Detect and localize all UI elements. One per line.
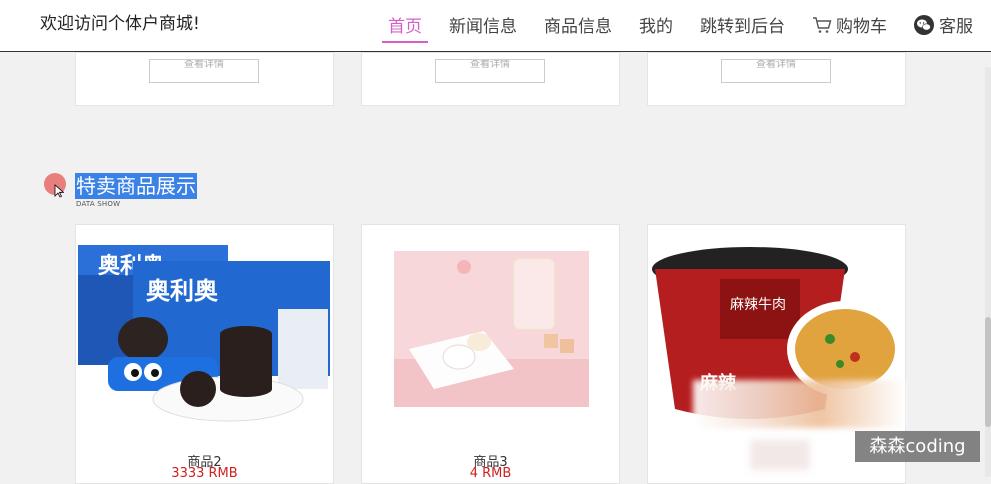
blurred-overlay <box>750 440 810 470</box>
nav-service[interactable]: 客服 <box>914 12 973 37</box>
wechat-icon <box>914 14 934 35</box>
view-detail-button[interactable]: 查看详情 <box>721 59 831 83</box>
section-title: 特卖商品展示 <box>75 173 197 199</box>
watermark: 森森coding <box>855 431 980 462</box>
blurred-overlay <box>693 380 905 428</box>
product-image-candy <box>394 251 589 407</box>
product-price: 3333 RMB <box>171 466 238 481</box>
view-detail-button[interactable]: 查看详情 <box>435 59 545 83</box>
nav-products[interactable]: 商品信息 <box>544 12 612 37</box>
product-price: 4 RMB <box>469 466 512 481</box>
scrollbar-thumb[interactable] <box>985 317 991 427</box>
product-card[interactable]: 商品3 4 RMB <box>361 224 620 484</box>
product-card-top-3: 查看详情 <box>647 52 906 106</box>
view-detail-button[interactable]: 查看详情 <box>149 59 259 83</box>
nav-news[interactable]: 新闻信息 <box>449 12 517 37</box>
page-scrollbar[interactable] <box>985 67 991 477</box>
nav-admin[interactable]: 跳转到后台 <box>700 12 785 37</box>
section-subtitle: DATA SHOW <box>76 200 121 208</box>
svg-text:麻辣牛肉: 麻辣牛肉 <box>730 297 786 313</box>
product-card-top-1: 查看详情 <box>75 52 334 106</box>
nav-mine[interactable]: 我的 <box>639 12 673 37</box>
svg-text:奥利奥: 奥利奥 <box>146 277 219 305</box>
main-nav: 首页 新闻信息 商品信息 我的 跳转到后台 购物车 客服 <box>361 12 973 43</box>
product-card[interactable]: 奥利奥 奥利奥 商品2 3333 RMB <box>75 224 334 484</box>
nav-service-label: 客服 <box>939 17 973 37</box>
nav-cart-label: 购物车 <box>836 17 887 37</box>
nav-home[interactable]: 首页 <box>382 12 428 43</box>
cart-icon <box>812 16 832 34</box>
mouse-cursor-icon <box>54 183 65 202</box>
nav-cart[interactable]: 购物车 <box>812 12 887 37</box>
product-image-oreo: 奥利奥 奥利奥 <box>78 245 330 422</box>
welcome-text: 欢迎访问个体户商城! <box>40 14 200 34</box>
top-header: 欢迎访问个体户商城! 首页 新闻信息 商品信息 我的 跳转到后台 购物车 客服 <box>0 0 991 52</box>
product-card-top-2: 查看详情 <box>361 52 620 106</box>
